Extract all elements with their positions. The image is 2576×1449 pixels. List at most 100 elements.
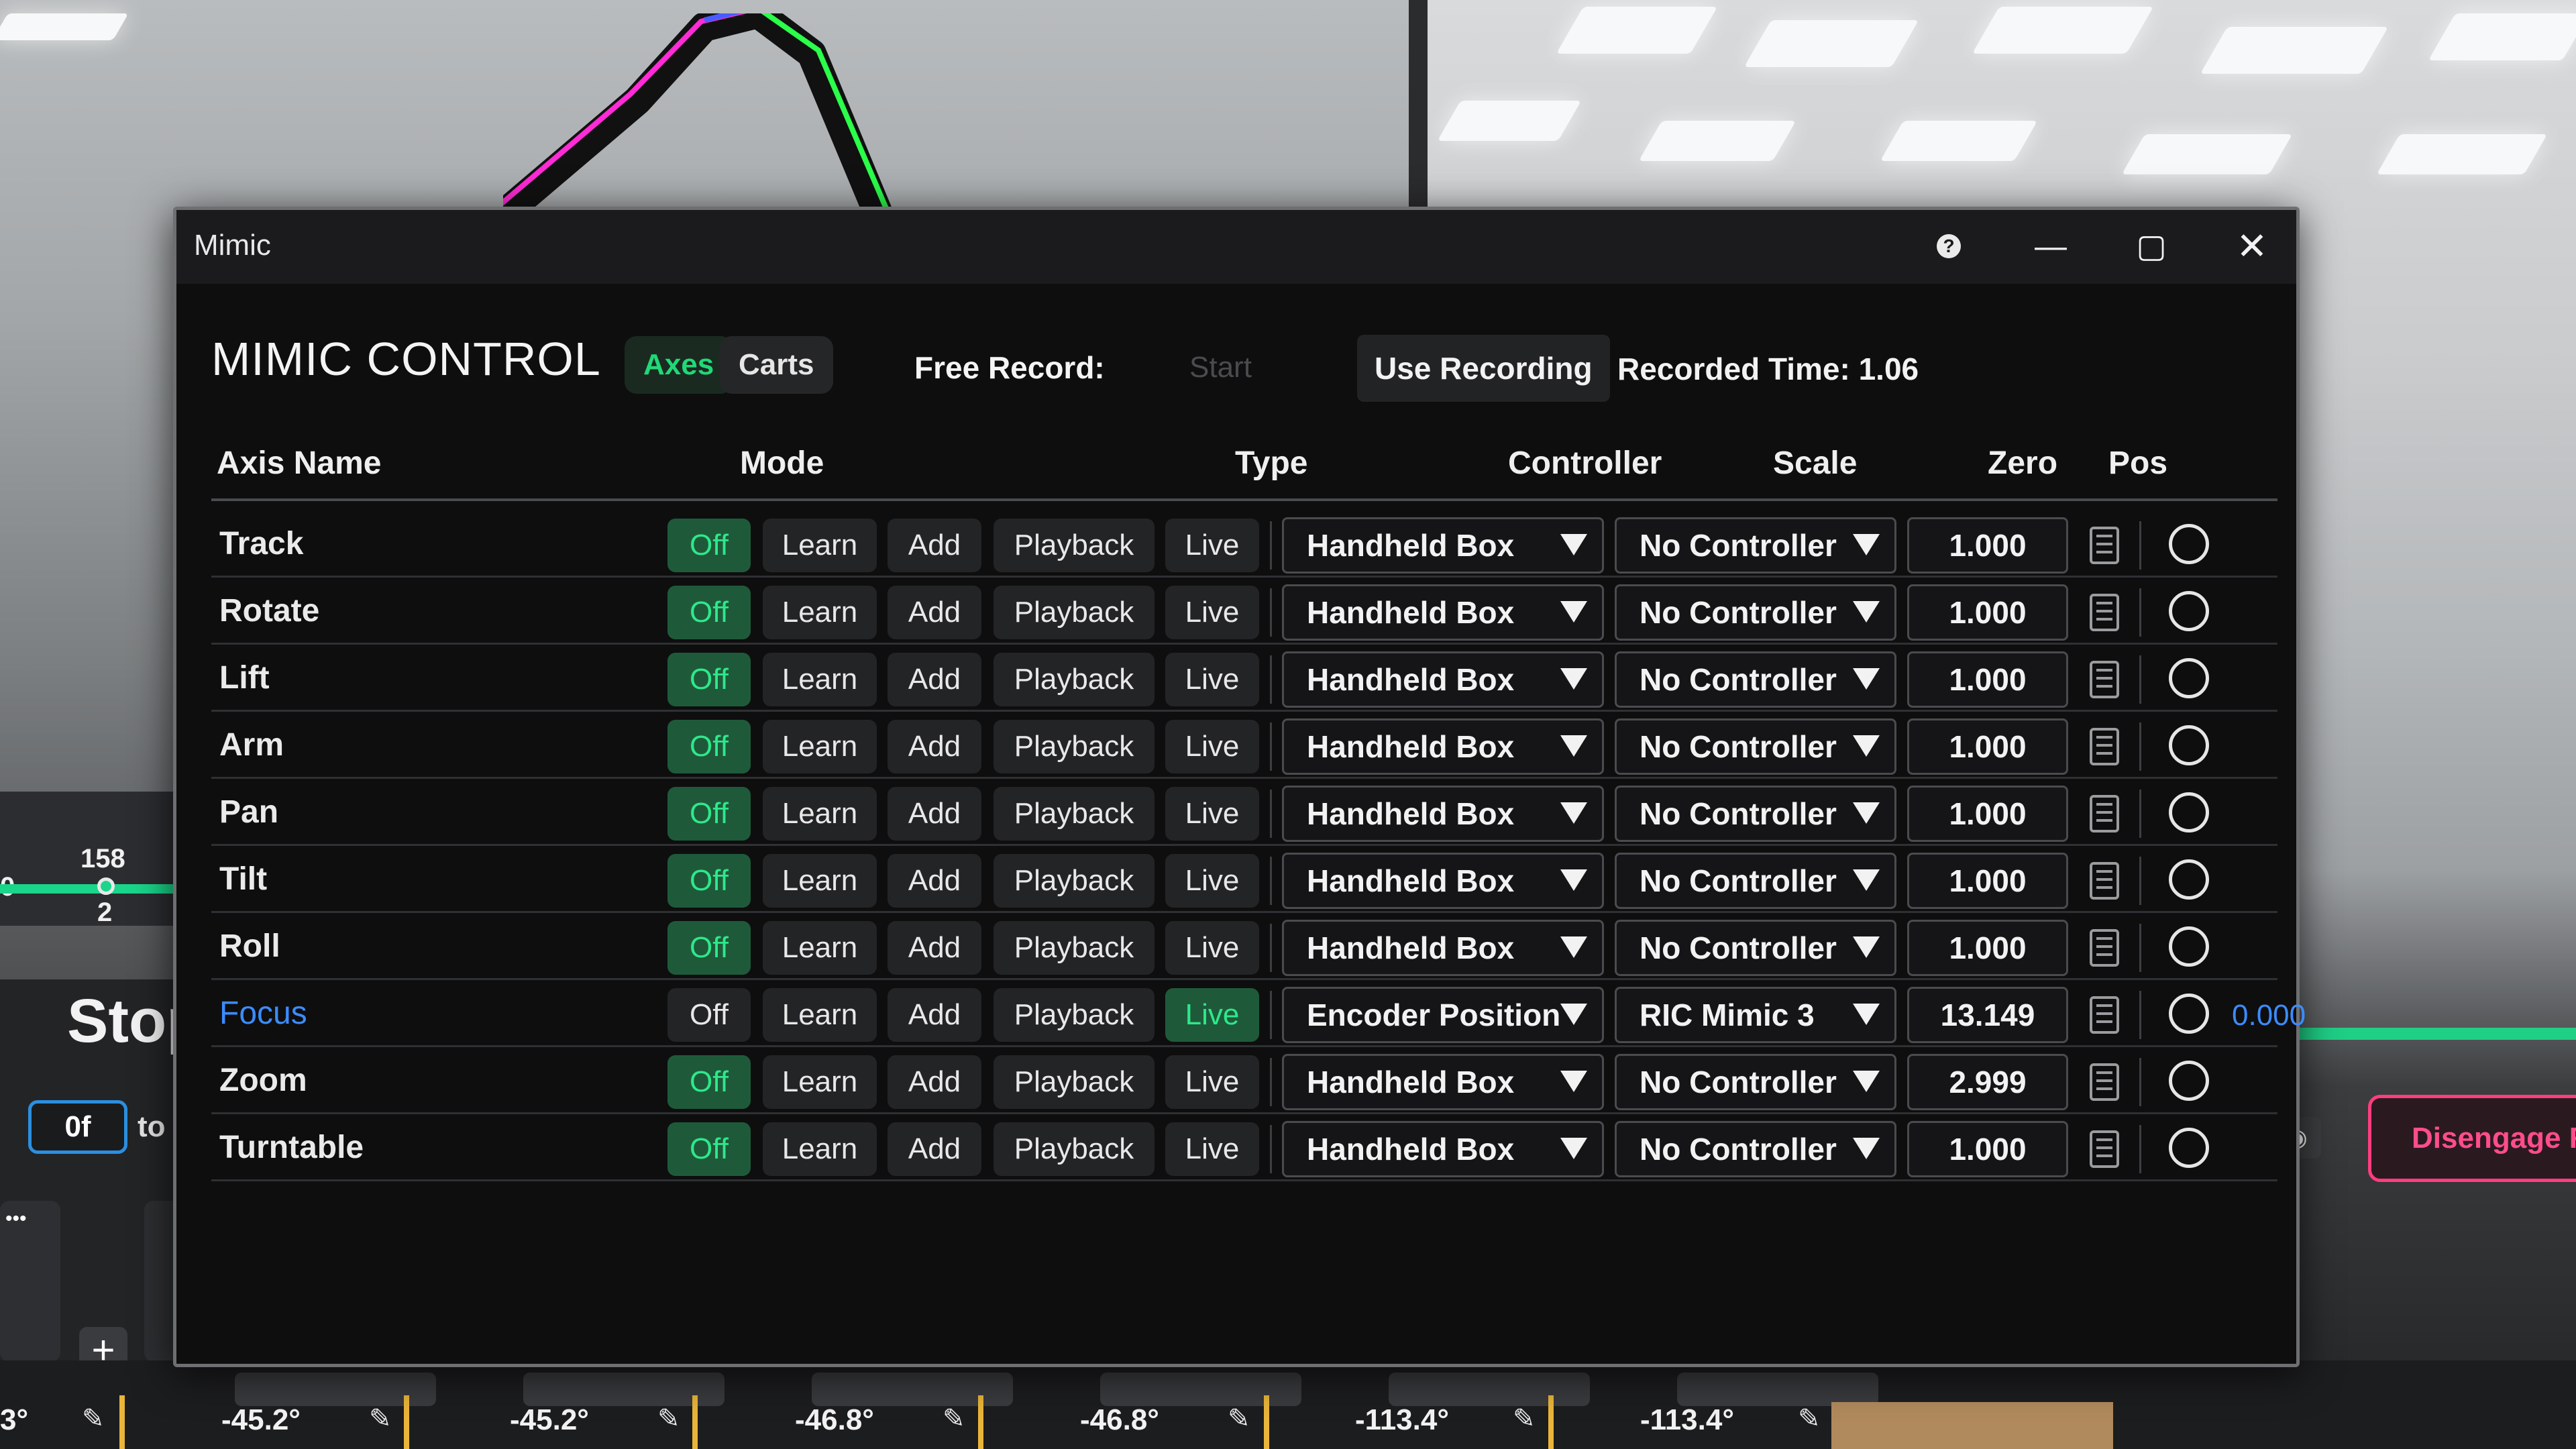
help-button[interactable]: ?: [1927, 225, 1970, 268]
mode-add-button[interactable]: Add: [888, 921, 981, 975]
timeline-chip[interactable]: [1677, 1373, 1878, 1406]
mode-off-button[interactable]: Off: [667, 653, 751, 706]
zero-radio-icon[interactable]: [2169, 725, 2209, 765]
type-dropdown[interactable]: Encoder Position: [1282, 987, 1604, 1043]
mode-playback-button[interactable]: Playback: [994, 988, 1155, 1042]
mode-off-button[interactable]: Off: [667, 854, 751, 908]
mode-playback-button[interactable]: Playback: [994, 1122, 1155, 1176]
mode-playback-button[interactable]: Playback: [994, 720, 1155, 773]
calculator-icon[interactable]: [2090, 594, 2119, 631]
calculator-icon[interactable]: [2090, 1063, 2119, 1101]
edit-icon[interactable]: ✎: [1513, 1403, 1536, 1434]
mode-add-button[interactable]: Add: [888, 1122, 981, 1176]
controller-dropdown[interactable]: No Controller: [1615, 651, 1896, 708]
keyframe-marker[interactable]: [978, 1395, 983, 1449]
mode-off-button[interactable]: Off: [667, 1055, 751, 1109]
maximize-button[interactable]: ▢: [2130, 225, 2173, 268]
disengage-button[interactable]: Disengage R: [2368, 1095, 2576, 1182]
side-slider-knob[interactable]: [97, 877, 115, 895]
scale-input[interactable]: 1.000: [1907, 1121, 2068, 1177]
controller-dropdown[interactable]: No Controller: [1615, 517, 1896, 574]
zero-radio-icon[interactable]: [2169, 591, 2209, 631]
mode-learn-button[interactable]: Learn: [763, 653, 877, 706]
more-icon[interactable]: •••: [5, 1208, 27, 1230]
mode-live-button[interactable]: Live: [1165, 586, 1259, 639]
controller-dropdown[interactable]: No Controller: [1615, 853, 1896, 909]
edit-icon[interactable]: ✎: [369, 1403, 392, 1434]
mode-learn-button[interactable]: Learn: [763, 988, 877, 1042]
mode-off-button[interactable]: Off: [667, 787, 751, 841]
mode-learn-button[interactable]: Learn: [763, 519, 877, 572]
timeline-chip[interactable]: [1100, 1373, 1301, 1406]
type-dropdown[interactable]: Handheld Box: [1282, 920, 1604, 976]
type-dropdown[interactable]: Handheld Box: [1282, 651, 1604, 708]
zero-radio-icon[interactable]: [2169, 926, 2209, 967]
mode-add-button[interactable]: Add: [888, 988, 981, 1042]
type-dropdown[interactable]: Handheld Box: [1282, 853, 1604, 909]
mode-add-button[interactable]: Add: [888, 1055, 981, 1109]
controller-dropdown[interactable]: No Controller: [1615, 584, 1896, 641]
zero-radio-icon[interactable]: [2169, 1128, 2209, 1168]
mode-add-button[interactable]: Add: [888, 854, 981, 908]
calculator-icon[interactable]: [2090, 1130, 2119, 1168]
calculator-icon[interactable]: [2090, 661, 2119, 698]
controller-dropdown[interactable]: RIC Mimic 3: [1615, 987, 1896, 1043]
mode-live-button[interactable]: Live: [1165, 921, 1259, 975]
type-dropdown[interactable]: Handheld Box: [1282, 584, 1604, 641]
zero-radio-icon[interactable]: [2169, 1061, 2209, 1101]
scale-input[interactable]: 2.999: [1907, 1054, 2068, 1110]
mode-live-button[interactable]: Live: [1165, 1055, 1259, 1109]
mode-learn-button[interactable]: Learn: [763, 1122, 877, 1176]
keyframe-marker[interactable]: [692, 1395, 698, 1449]
zero-radio-icon[interactable]: [2169, 792, 2209, 833]
mode-learn-button[interactable]: Learn: [763, 854, 877, 908]
mode-add-button[interactable]: Add: [888, 720, 981, 773]
calculator-icon[interactable]: [2090, 795, 2119, 833]
keyframe-marker[interactable]: [119, 1395, 125, 1449]
zero-radio-icon[interactable]: [2169, 524, 2209, 564]
type-dropdown[interactable]: Handheld Box: [1282, 1054, 1604, 1110]
controller-dropdown[interactable]: No Controller: [1615, 920, 1896, 976]
calculator-icon[interactable]: [2090, 862, 2119, 900]
scale-input[interactable]: 1.000: [1907, 853, 2068, 909]
mode-add-button[interactable]: Add: [888, 653, 981, 706]
tab-carts[interactable]: Carts: [720, 336, 833, 394]
tab-axes[interactable]: Axes: [625, 336, 733, 394]
calculator-icon[interactable]: [2090, 996, 2119, 1034]
mode-off-button[interactable]: Off: [667, 988, 751, 1042]
zero-radio-icon[interactable]: [2169, 658, 2209, 698]
type-dropdown[interactable]: Handheld Box: [1282, 718, 1604, 775]
use-recording-button[interactable]: Use Recording: [1357, 335, 1610, 402]
mode-learn-button[interactable]: Learn: [763, 921, 877, 975]
scale-input[interactable]: 1.000: [1907, 517, 2068, 574]
window-titlebar[interactable]: Mimic ? — ▢ ✕: [176, 210, 2296, 284]
mode-learn-button[interactable]: Learn: [763, 720, 877, 773]
mode-add-button[interactable]: Add: [888, 787, 981, 841]
controller-dropdown[interactable]: No Controller: [1615, 1121, 1896, 1177]
mode-live-button[interactable]: Live: [1165, 1122, 1259, 1176]
mode-off-button[interactable]: Off: [667, 720, 751, 773]
mode-playback-button[interactable]: Playback: [994, 519, 1155, 572]
mode-add-button[interactable]: Add: [888, 586, 981, 639]
controller-dropdown[interactable]: No Controller: [1615, 1054, 1896, 1110]
calculator-icon[interactable]: [2090, 527, 2119, 564]
mode-playback-button[interactable]: Playback: [994, 1055, 1155, 1109]
edit-icon[interactable]: ✎: [1228, 1403, 1250, 1434]
mode-learn-button[interactable]: Learn: [763, 586, 877, 639]
edit-icon[interactable]: ✎: [943, 1403, 965, 1434]
zero-radio-icon[interactable]: [2169, 859, 2209, 900]
mode-live-button[interactable]: Live: [1165, 519, 1259, 572]
calculator-icon[interactable]: [2090, 929, 2119, 967]
mode-learn-button[interactable]: Learn: [763, 1055, 877, 1109]
mode-live-button[interactable]: Live: [1165, 787, 1259, 841]
mode-add-button[interactable]: Add: [888, 519, 981, 572]
mode-off-button[interactable]: Off: [667, 1122, 751, 1176]
timeline-chip[interactable]: [1389, 1373, 1590, 1406]
scale-input[interactable]: 13.149: [1907, 987, 2068, 1043]
keyframe-marker[interactable]: [1264, 1395, 1269, 1449]
frame-start-input[interactable]: 0f: [28, 1100, 127, 1154]
mode-off-button[interactable]: Off: [667, 921, 751, 975]
mode-playback-button[interactable]: Playback: [994, 921, 1155, 975]
controller-dropdown[interactable]: No Controller: [1615, 786, 1896, 842]
mode-playback-button[interactable]: Playback: [994, 787, 1155, 841]
